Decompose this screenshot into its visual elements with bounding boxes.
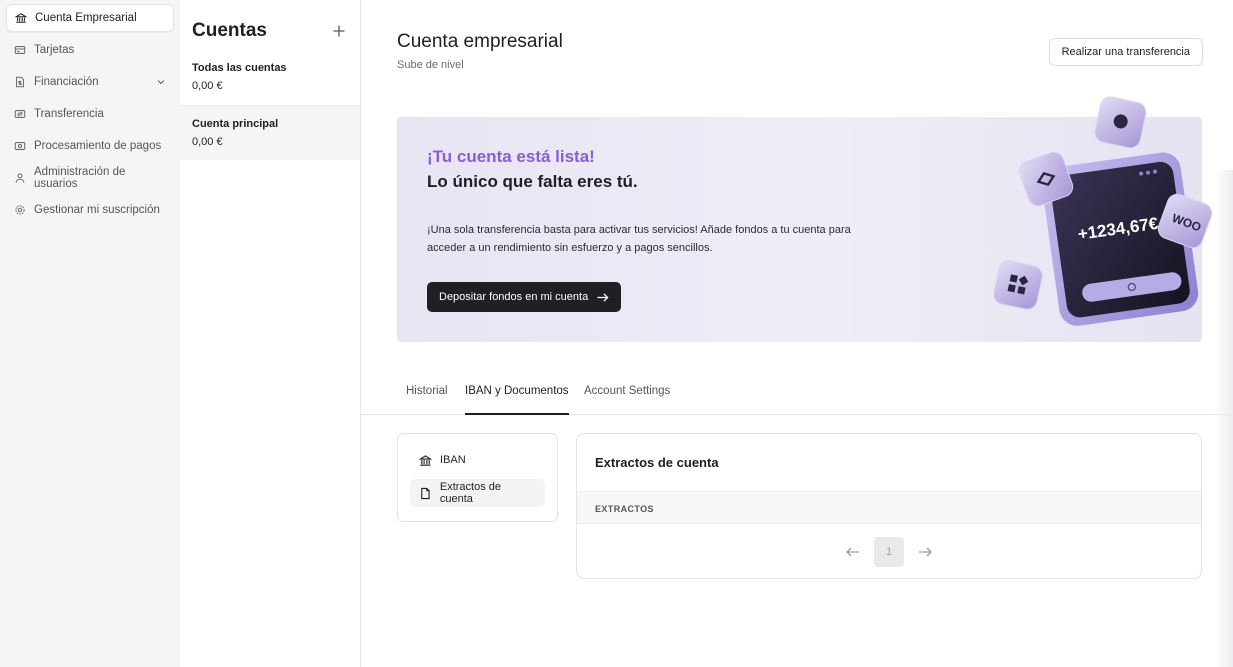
sidebar-item-financiacion[interactable]: Financiación	[6, 68, 174, 96]
statements-title: Extractos de cuenta	[595, 455, 719, 470]
doc-nav-extractos[interactable]: Extractos de cuenta	[410, 479, 545, 507]
arrow-right-icon[interactable]	[916, 543, 934, 561]
deposit-funds-button[interactable]: Depositar fondos en mi cuenta	[427, 282, 622, 312]
page-title: Cuenta empresarial	[397, 31, 563, 52]
chevron-down-icon[interactable]	[156, 77, 166, 87]
document-money-icon	[16, 76, 24, 88]
banner-headline: Lo único que falta eres tú.	[427, 172, 638, 191]
pagination: 1	[577, 537, 1201, 567]
sidebar-item-label: Procesamiento de pagos	[34, 140, 162, 152]
payment-icon	[14, 142, 26, 150]
plus-icon[interactable]	[332, 24, 346, 38]
documents-nav: IBAN Extractos de cuenta	[397, 433, 558, 522]
arrow-left-icon[interactable]	[844, 543, 862, 561]
doc-nav-label: Extractos de cuenta	[439, 481, 501, 505]
bank-icon	[15, 13, 27, 23]
doc-nav-iban[interactable]: IBAN	[410, 446, 545, 474]
sidebar-item-label: Administración de usuarios	[34, 166, 126, 190]
accounts-title: Cuentas	[192, 20, 267, 41]
deposit-funds-label: Depositar fondos en mi cuenta	[439, 291, 589, 303]
account-balance: 0,00 €	[192, 80, 223, 92]
sidebar-item-tarjetas[interactable]: Tarjetas	[6, 36, 174, 64]
sidebar-item-procesamiento-pagos[interactable]: Procesamiento de pagos	[6, 132, 174, 160]
sidebar: Cuenta Empresarial Tarjetas Financiación…	[0, 0, 180, 667]
tab-historial[interactable]: Historial	[406, 378, 448, 415]
account-item-todas[interactable]: Todas las cuentas 0,00 €	[180, 50, 360, 105]
arrow-right-icon	[597, 292, 609, 302]
account-balance: 0,00 €	[192, 136, 223, 148]
sidebar-item-label: Financiación	[34, 76, 99, 88]
account-name: Todas las cuentas	[192, 62, 287, 74]
statements-card: Extractos de cuenta EXTRACTOS 1	[576, 433, 1202, 579]
activation-banner: ¡Tu cuenta está lista! Lo único que falt…	[397, 96, 1213, 342]
doc-nav-label: IBAN	[440, 454, 466, 466]
sidebar-item-cuenta-empresarial[interactable]: Cuenta Empresarial	[6, 4, 174, 32]
accounts-header: Cuentas	[180, 0, 360, 50]
accounts-panel: Cuentas Todas las cuentas 0,00 € Cuenta …	[180, 0, 361, 667]
transfer-icon	[14, 110, 26, 118]
phone-illustration: +1234,67€ WOO	[993, 96, 1213, 326]
card-icon	[14, 46, 26, 54]
page-subtitle: Sube de nivel	[397, 59, 464, 71]
tab-iban-documentos[interactable]: IBAN y Documentos	[465, 378, 569, 415]
sidebar-item-usuarios[interactable]: Administración de usuarios	[6, 164, 174, 192]
sidebar-item-label: Tarjetas	[34, 44, 75, 56]
scroll-shadow	[1215, 170, 1233, 667]
sidebar-item-transferencia[interactable]: Transferencia	[6, 100, 174, 128]
tab-account-settings[interactable]: Account Settings	[584, 378, 670, 415]
file-icon	[421, 487, 430, 499]
banner-headline-accent: ¡Tu cuenta está lista!	[427, 147, 595, 166]
page-number-button[interactable]: 1	[874, 537, 904, 567]
gear-icon	[15, 205, 25, 215]
account-item-principal[interactable]: Cuenta principal 0,00 €	[180, 105, 360, 160]
account-name: Cuenta principal	[192, 118, 279, 130]
bank-icon	[419, 454, 432, 466]
tab-bar: Historial IBAN y Documentos Account Sett…	[361, 378, 1233, 415]
sidebar-item-label: Transferencia	[34, 108, 104, 120]
main-content: Cuenta empresarial Sube de nivel Realiza…	[361, 0, 1233, 667]
banner-description: ¡Una sola transferencia basta para activ…	[427, 224, 851, 254]
sidebar-item-suscripcion[interactable]: Gestionar mi suscripción	[6, 196, 174, 224]
make-transfer-button[interactable]: Realizar una transferencia	[1048, 38, 1203, 66]
sidebar-item-label: Cuenta Empresarial	[35, 12, 137, 24]
sidebar-item-label: Gestionar mi suscripción	[34, 204, 160, 216]
user-icon	[15, 173, 25, 183]
statements-column-header: EXTRACTOS	[577, 491, 1201, 524]
